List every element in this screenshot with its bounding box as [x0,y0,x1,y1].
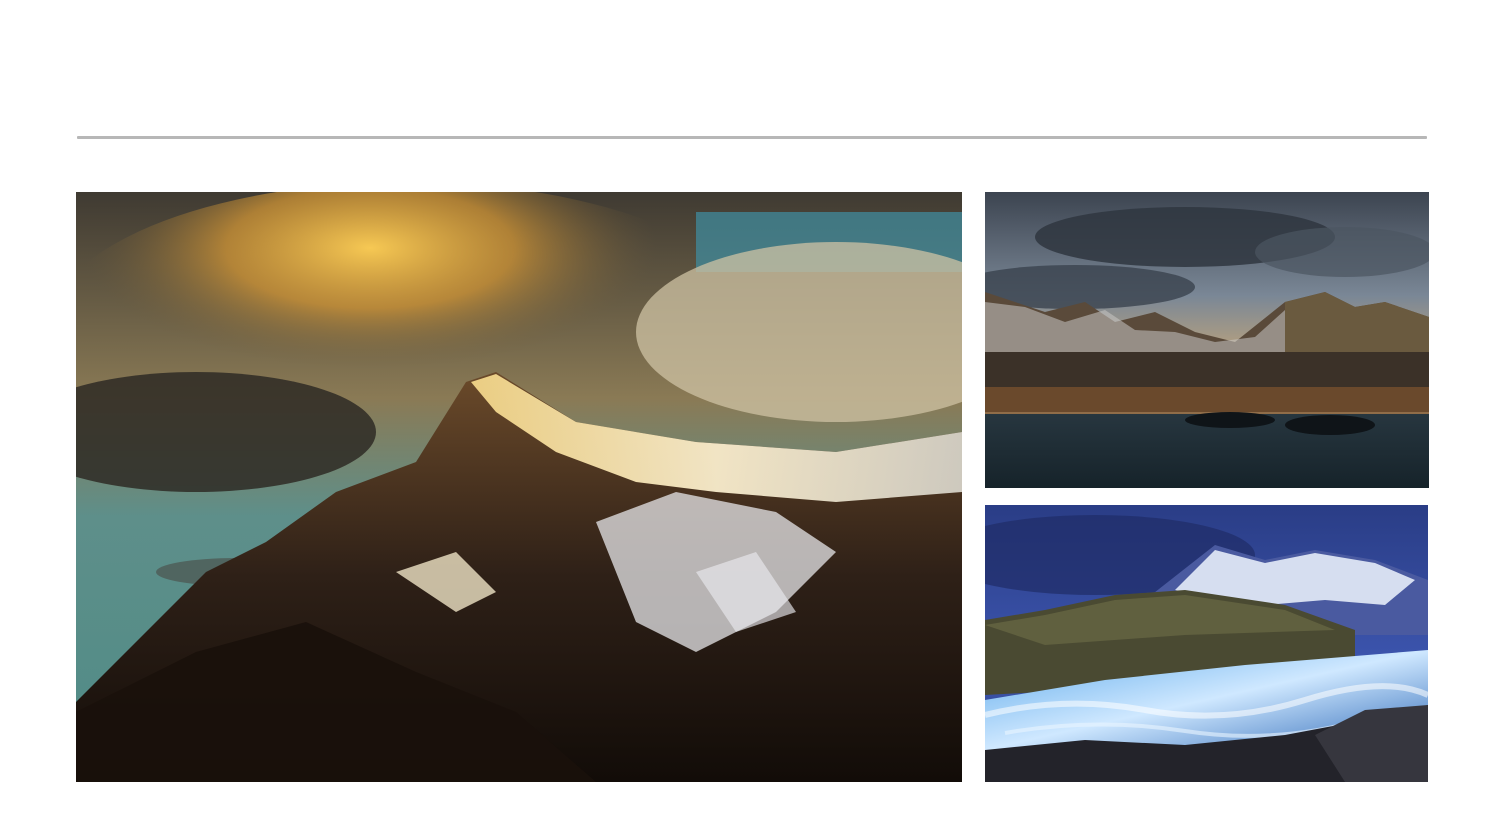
gallery-photo-main[interactable] [76,192,962,782]
header-bar [0,0,1493,120]
river-rapids-blue-mountains-photo [985,505,1428,782]
mountain-peak-golden-clouds-photo [76,192,962,782]
header-divider [77,136,1427,139]
gallery-photo-bottom-right[interactable] [985,505,1428,782]
lake-mountain-sunset-photo [985,192,1429,488]
gallery-photo-top-right[interactable] [985,192,1429,488]
